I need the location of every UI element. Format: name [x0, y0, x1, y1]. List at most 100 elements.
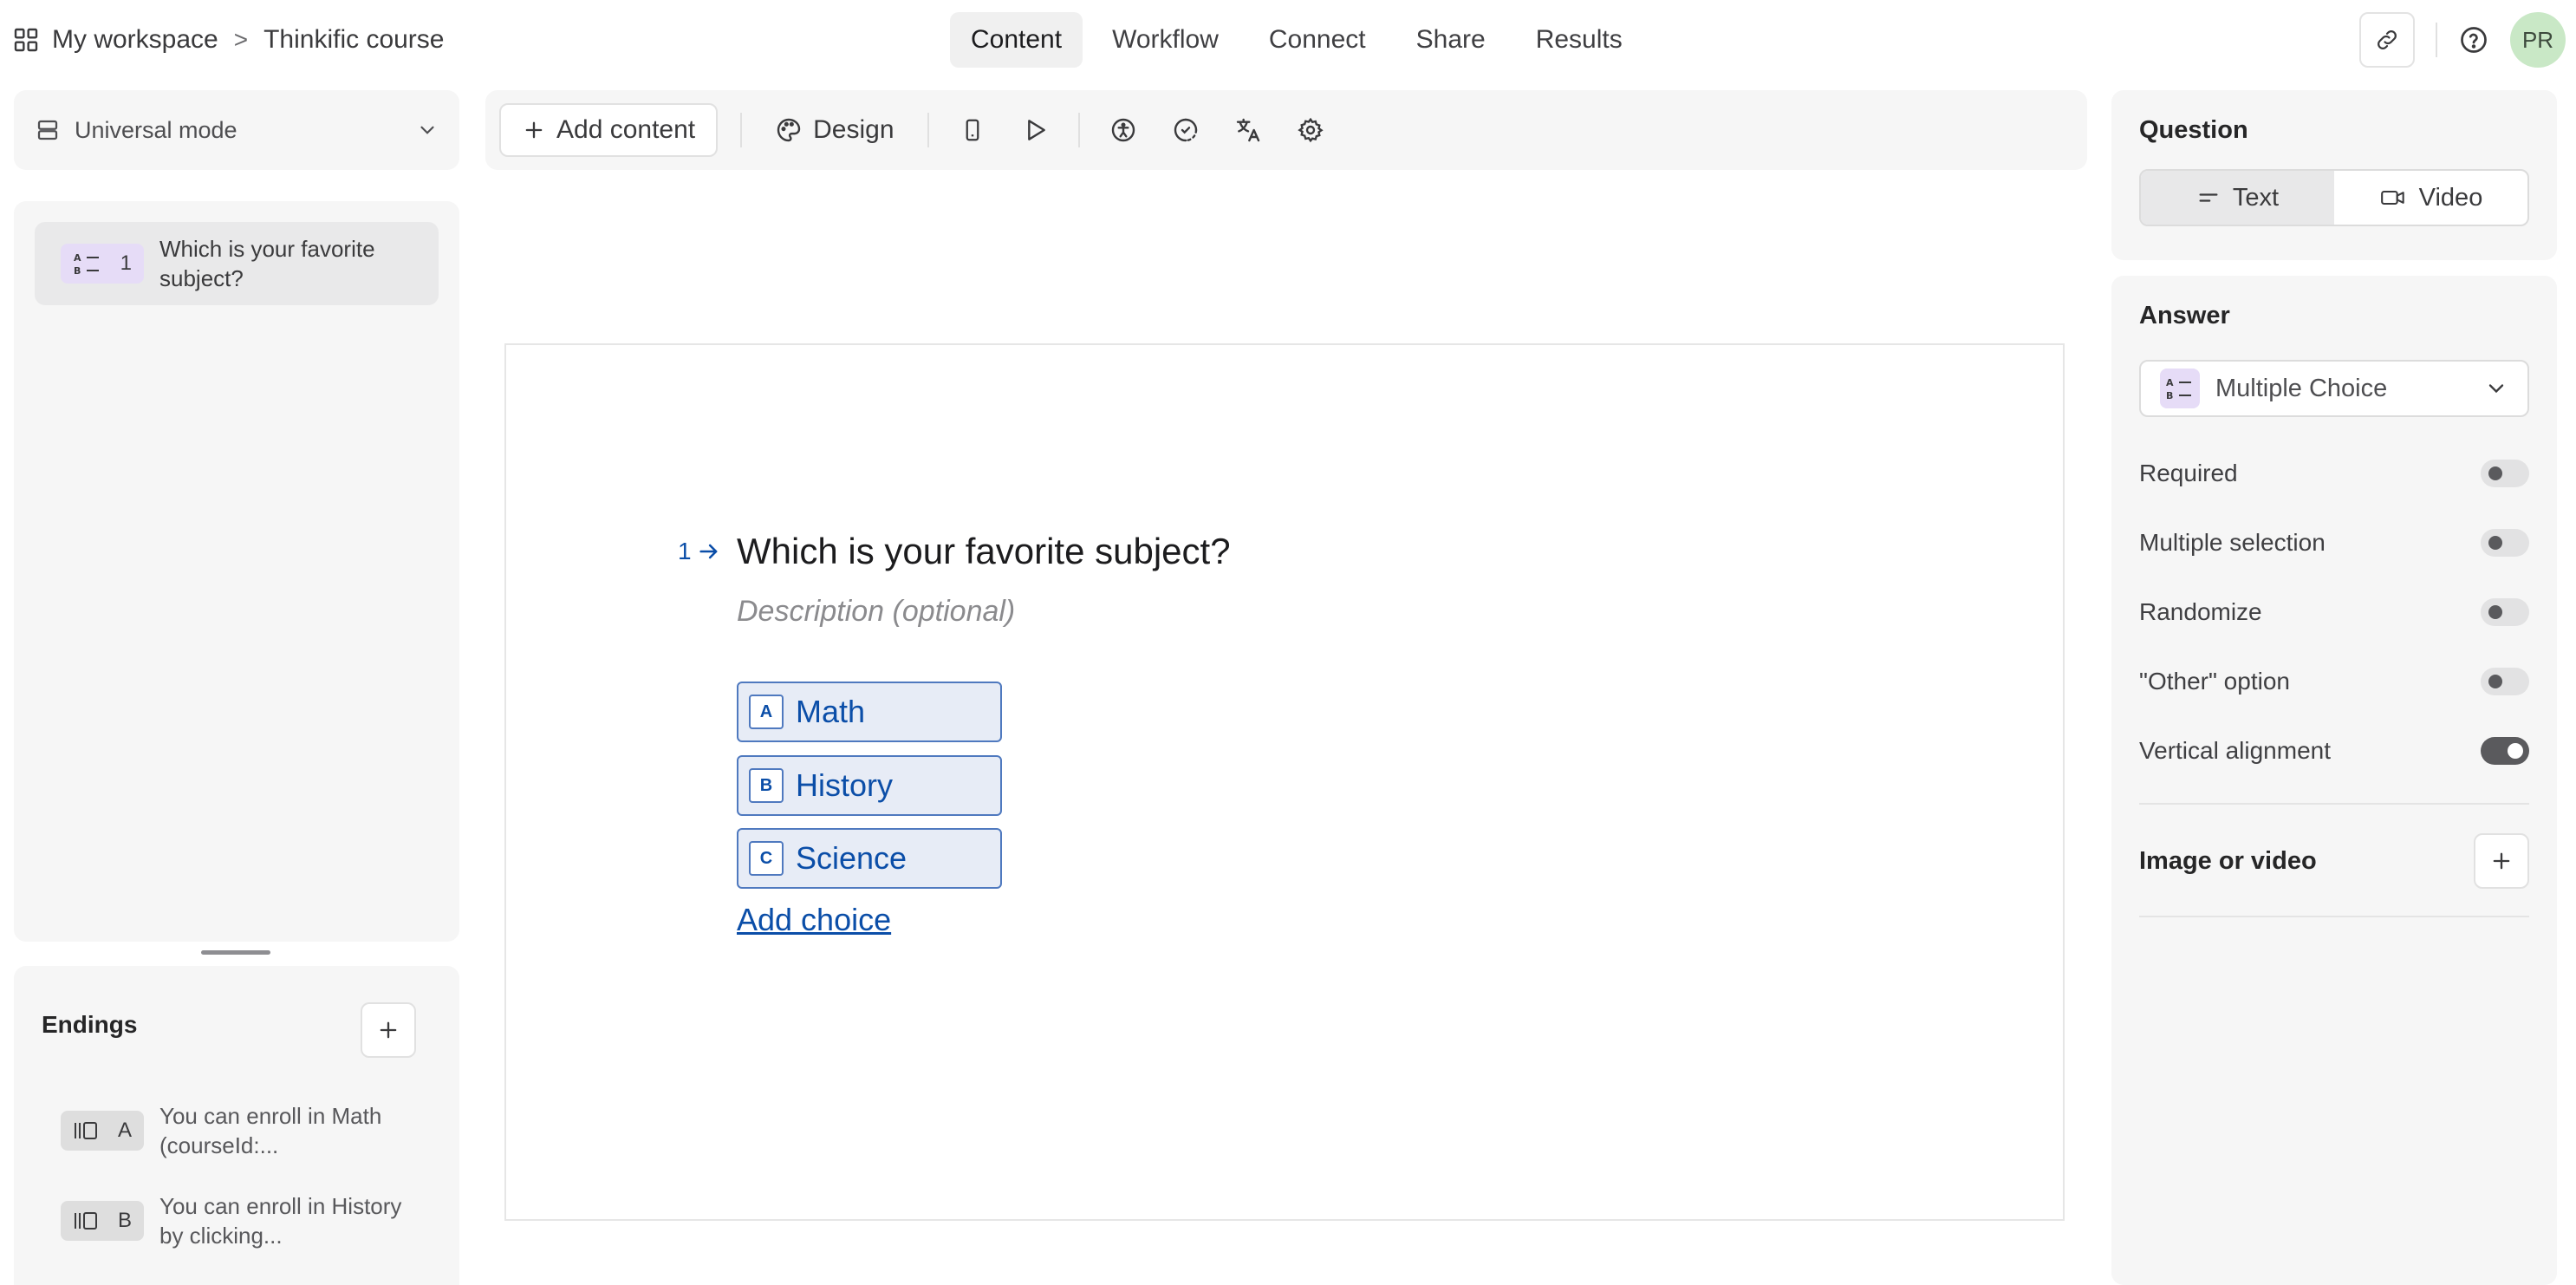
add-media-button[interactable] [2474, 833, 2529, 889]
choice-key: B [749, 768, 784, 803]
divider [2436, 23, 2437, 57]
choice-label: History [796, 767, 894, 803]
choice-c[interactable]: C Science [737, 828, 1002, 889]
ending-text: You can enroll in History by clicking... [159, 1193, 402, 1249]
breadcrumb: My workspace > Thinkific course [12, 16, 444, 64]
multiple-choice-icon: AB [2160, 369, 2200, 408]
ending-icon [73, 1210, 101, 1232]
endings-title: Endings [42, 1011, 138, 1038]
add-content-button[interactable]: Add content [499, 103, 719, 157]
video-camera-icon [2379, 186, 2407, 210]
tab-workflow[interactable]: Workflow [1091, 12, 1239, 68]
ending-badge: B [61, 1201, 144, 1241]
help-icon[interactable] [2458, 24, 2489, 55]
question-format-toggle: Text Video [2139, 169, 2529, 226]
randomize-label: Randomize [2139, 598, 2262, 625]
answer-settings-title: Answer [2139, 302, 2230, 329]
design-button[interactable]: Design [764, 115, 904, 145]
tab-share[interactable]: Share [1395, 12, 1506, 68]
svg-text:A: A [74, 252, 81, 264]
answer-type-select[interactable]: AB Multiple Choice [2139, 360, 2529, 417]
loading-circle-icon [1172, 116, 1200, 144]
choice-key: A [749, 695, 784, 729]
text-format-option[interactable]: Text [2141, 171, 2334, 225]
editor-toolbar: Add content Design [485, 90, 2087, 170]
add-choice-link[interactable]: Add choice [737, 902, 891, 938]
add-content-label: Add content [556, 115, 696, 144]
phone-icon [959, 117, 986, 143]
link-icon [2374, 27, 2400, 53]
question-number: 1 [120, 251, 132, 275]
accessibility-button[interactable] [1103, 109, 1144, 151]
choice-label: Science [796, 840, 907, 876]
mobile-preview-button[interactable] [952, 109, 993, 151]
top-bar: My workspace > Thinkific course Content … [0, 0, 2576, 80]
image-or-video-row: Image or video [2139, 832, 2529, 890]
image-or-video-label: Image or video [2139, 846, 2317, 875]
ending-key: A [117, 1119, 132, 1142]
required-toggle[interactable] [2481, 460, 2529, 487]
choice-key: C [749, 841, 784, 876]
question-description-input[interactable]: Description (optional) [737, 595, 1015, 629]
play-icon [1021, 116, 1049, 144]
divider [2139, 916, 2529, 917]
ending-key: B [117, 1209, 132, 1232]
question-number: 1 [678, 538, 692, 564]
settings-button[interactable] [1290, 109, 1331, 151]
multiple-selection-row: Multiple selection [2139, 521, 2529, 564]
text-lines-icon [2196, 186, 2221, 210]
question-type-badge: AB 1 [61, 244, 144, 284]
video-format-option[interactable]: Video [2334, 171, 2527, 225]
logic-button[interactable] [1165, 109, 1207, 151]
multiple-selection-label: Multiple selection [2139, 529, 2326, 556]
apps-grid-icon[interactable] [12, 26, 40, 54]
other-option-row: "Other" option [2139, 660, 2529, 703]
list-item-ending-a[interactable]: A You can enroll in Math (courseId:... [61, 1099, 407, 1162]
divider [740, 113, 743, 147]
multiple-selection-toggle[interactable] [2481, 529, 2529, 557]
tab-connect[interactable]: Connect [1248, 12, 1387, 68]
translate-button[interactable] [1227, 109, 1269, 151]
ending-text: You can enroll in Math (courseId:... [159, 1103, 382, 1158]
arrow-right-icon [697, 539, 721, 564]
divider [1077, 113, 1080, 147]
plus-icon [376, 1018, 400, 1042]
preview-button[interactable] [1014, 109, 1056, 151]
svg-text:A: A [2166, 377, 2174, 388]
question-title-input[interactable]: Which is your favorite subject? [737, 531, 1231, 572]
list-item-ending-b[interactable]: B You can enroll in History by clicking.… [61, 1190, 407, 1252]
divider [2139, 803, 2529, 805]
question-settings-title: Question [2139, 116, 2248, 144]
panel-resize-handle[interactable] [201, 950, 270, 955]
tab-results[interactable]: Results [1515, 12, 1643, 68]
answer-settings-panel: Answer AB Multiple Choice [2111, 276, 2557, 1285]
ending-badge: A [61, 1111, 144, 1151]
choice-a[interactable]: A Math [737, 682, 1002, 742]
other-option-label: "Other" option [2139, 668, 2290, 695]
chevron-down-icon [2484, 376, 2508, 401]
list-item-question-1[interactable]: AB 1 Which is your favorite subject? [35, 222, 439, 305]
breadcrumb-course[interactable]: Thinkific course [263, 25, 444, 55]
avatar[interactable]: PR [2510, 12, 2566, 68]
question-list: AB 1 Which is your favorite subject? [14, 201, 459, 942]
vertical-alignment-row: Vertical alignment [2139, 729, 2529, 773]
other-option-toggle[interactable] [2481, 668, 2529, 695]
choice-b[interactable]: B History [737, 755, 1002, 816]
tab-content[interactable]: Content [950, 12, 1083, 68]
question-number-indicator: 1 [678, 538, 721, 565]
mode-selector[interactable]: Universal mode [14, 90, 459, 170]
mode-label: Universal mode [75, 116, 237, 143]
svg-text:B: B [2166, 390, 2173, 401]
randomize-row: Randomize [2139, 590, 2529, 634]
breadcrumb-workspace[interactable]: My workspace [52, 25, 218, 55]
vertical-alignment-toggle[interactable] [2481, 737, 2529, 765]
copy-link-button[interactable] [2359, 12, 2415, 68]
randomize-toggle[interactable] [2481, 598, 2529, 626]
answer-type-label: Multiple Choice [2215, 374, 2388, 402]
design-label: Design [813, 115, 894, 144]
breadcrumb-separator: > [233, 26, 249, 53]
palette-icon [775, 116, 803, 144]
translate-icon [1234, 116, 1262, 144]
add-ending-button[interactable] [361, 1002, 416, 1058]
svg-text:B: B [74, 265, 81, 277]
